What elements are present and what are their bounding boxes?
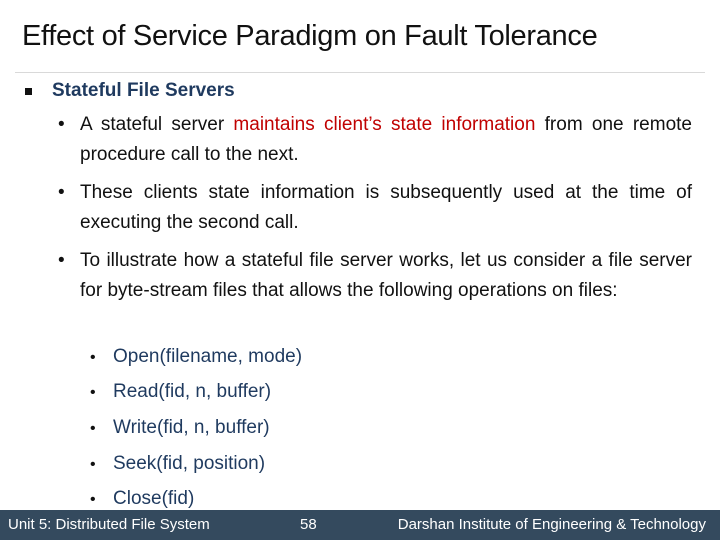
bullet-item: • To illustrate how a stateful file serv… (58, 246, 692, 306)
highlighted-text: maintains client’s state information (233, 114, 536, 135)
bullet-text-part: A stateful server (80, 114, 234, 135)
bullet-dot-icon: • (58, 250, 65, 271)
bullet-dot-icon: • (90, 420, 96, 437)
bullet-dot-icon: • (58, 114, 65, 135)
section-heading-text: Stateful File Servers (52, 80, 235, 101)
footer-unit: Unit 5: Distributed File System (8, 516, 210, 533)
operation-item: • Read(fid, n, buffer) (90, 377, 271, 408)
operation-item: • Seek(fid, position) (90, 449, 265, 480)
title-divider (15, 72, 705, 73)
bullet-dot-icon: • (90, 384, 96, 401)
bullet-dot-icon: • (90, 349, 96, 366)
footer-institute: Darshan Institute of Engineering & Techn… (397, 516, 706, 533)
bullet-item: • A stateful server maintains client’s s… (58, 110, 692, 170)
section-heading: Stateful File Servers (22, 80, 235, 102)
slide-title: Effect of Service Paradigm on Fault Tole… (22, 20, 598, 52)
square-bullet-icon (25, 87, 32, 95)
bullet-text: A stateful server maintains client’s sta… (80, 110, 692, 170)
footer-page-number: 58 (300, 516, 317, 533)
operation-text: Close(fid) (113, 488, 195, 509)
bullet-text: To illustrate how a stateful file server… (80, 250, 692, 301)
bullet-item: • These clients state information is sub… (58, 178, 692, 238)
footer-bar: Unit 5: Distributed File System 58 Darsh… (0, 510, 720, 540)
operation-text: Open(filename, mode) (113, 346, 303, 367)
operation-text: Seek(fid, position) (113, 453, 266, 474)
operation-item: • Write(fid, n, buffer) (90, 413, 270, 444)
bullet-dot-icon: • (90, 456, 96, 473)
operation-text: Write(fid, n, buffer) (113, 417, 270, 438)
operation-text: Read(fid, n, buffer) (113, 381, 272, 402)
operation-item: • Open(filename, mode) (90, 342, 302, 373)
bullet-dot-icon: • (58, 182, 65, 203)
bullet-text: These clients state information is subse… (80, 182, 692, 233)
